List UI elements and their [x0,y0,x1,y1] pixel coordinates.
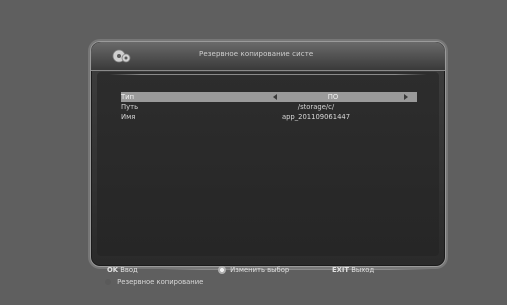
name-value: app_201109061447 [281,113,351,121]
top-divider [109,74,427,75]
backup-dialog: Резервное копирование систе Тип ПО Путь … [90,41,446,286]
type-row[interactable]: Тип ПО [121,92,417,102]
nav-label: Изменить выбор [230,266,290,274]
name-row[interactable]: Имя app_201109061447 [121,112,419,122]
arrow-right-icon[interactable] [404,94,408,100]
settings-list: Тип ПО Путь /storage/c/ Имя app_20110906… [121,92,419,122]
nav-hint: Изменить выбор [218,265,289,275]
ok-key: OK [107,266,119,274]
dialog-content: Тип ПО Путь /storage/c/ Имя app_20110906… [97,72,439,286]
settings-gear-icon [112,49,131,63]
exit-hint: EXIT Выход [332,265,374,275]
nav-dpad-icon [218,266,226,274]
backup-action-label: Резервное копирование [117,278,204,286]
type-label: Тип [121,93,135,101]
key-hints: OK Ввод Изменить выбор EXIT Выход [82,263,444,277]
exit-key: EXIT [332,266,350,274]
exit-label: Выход [351,266,375,274]
backup-action[interactable]: Резервное копирование [105,277,203,287]
type-value: ПО [327,93,339,101]
path-row[interactable]: Путь /storage/c/ [121,102,419,112]
path-label: Путь [121,103,139,111]
name-label: Имя [121,113,136,121]
ok-label: Ввод [120,266,138,274]
dialog-header: Резервное копирование систе [91,42,445,71]
tv-screen: Резервное копирование систе Тип ПО Путь … [0,0,507,305]
path-value: /storage/c/ [297,103,335,111]
ok-hint: OK Ввод [107,265,138,275]
bullet-icon [105,279,111,285]
dialog-title: Резервное копирование систе [199,50,314,58]
